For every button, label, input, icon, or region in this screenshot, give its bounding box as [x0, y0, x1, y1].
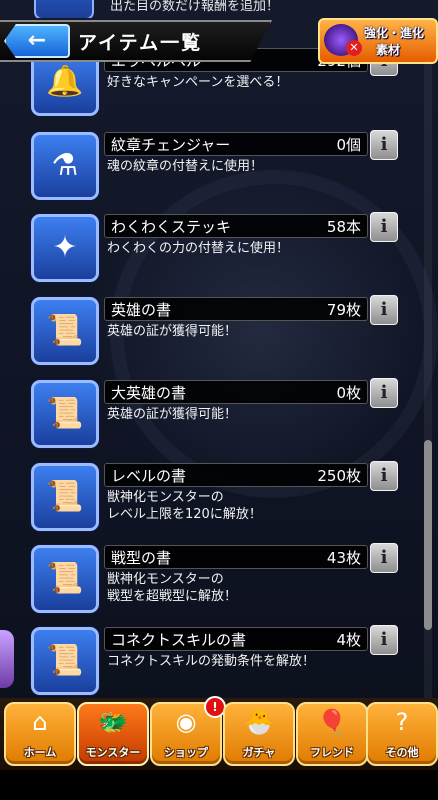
evolution-badge-label: 強化・進化: [364, 26, 425, 40]
item-row: ⚗ 紋章チェンジャー 0個 魂の紋章の付替えに使用！ i: [0, 128, 420, 210]
item-row: ✦ わくわくステッキ 58本 わくわくの力の付替えに使用！ i: [0, 210, 420, 292]
item-count: 58本: [326, 218, 361, 236]
item-description: 好きなキャンペーンを選べる！: [107, 75, 289, 90]
gacha-icon: 🐣: [244, 708, 274, 736]
item-count: 79枚: [326, 301, 361, 319]
item-name: レベルの書: [111, 467, 187, 485]
info-button[interactable]: i: [370, 378, 398, 408]
nav-label: ガチャ: [242, 746, 276, 759]
scroll-icon: 📜: [31, 627, 99, 695]
scroll-icon: 📜: [31, 380, 99, 448]
info-button[interactable]: i: [370, 295, 398, 325]
item-count: 43枚: [326, 549, 361, 567]
item-name-bar: 紋章チェンジャー 0個: [104, 132, 368, 156]
evolution-materials-button[interactable]: ✕ 強化・進化 素材: [318, 18, 438, 64]
item-name-bar: レベルの書 250枚: [104, 463, 368, 487]
shop-icon: ◉: [175, 708, 197, 736]
scrollbar[interactable]: [424, 60, 432, 700]
scrollbar-thumb[interactable]: [424, 440, 432, 630]
item-row: 📜 大英雄の書 0枚 英雄の証が獲得可能！ i: [0, 376, 420, 458]
nav-floor: [0, 770, 438, 800]
item-name: コネクトスキルの書: [111, 631, 247, 649]
nav-label: ホーム: [23, 746, 57, 759]
nav-button-gacha[interactable]: 🐣 ガチャ: [223, 702, 295, 766]
item-name: わくわくステッキ: [111, 218, 232, 236]
item-glyph: 📜: [46, 561, 84, 596]
item-name-bar: 戦型の書 43枚: [104, 545, 368, 569]
scroll-icon: 📜: [31, 297, 99, 365]
item-glyph: 📜: [46, 643, 84, 678]
page-title: アイテム一覧: [78, 32, 203, 54]
item-count: 4枚: [336, 631, 361, 649]
other-icon: ?: [395, 708, 409, 736]
item-glyph: ⚗: [51, 148, 79, 183]
item-name: 紋章チェンジャー: [111, 136, 231, 154]
item-name-bar: 大英雄の書 0枚: [104, 380, 368, 404]
item-count: 0枚: [336, 384, 361, 402]
item-name: 戦型の書: [111, 549, 172, 567]
info-button[interactable]: i: [370, 625, 398, 655]
info-button[interactable]: i: [370, 543, 398, 573]
item-name-bar: 英雄の書 79枚: [104, 297, 368, 321]
back-button[interactable]: ←: [4, 24, 70, 58]
evolution-badge-sublabel: 素材: [376, 43, 401, 57]
info-button[interactable]: i: [370, 212, 398, 242]
close-icon: ✕: [346, 40, 362, 56]
item-name-bar: わくわくステッキ 58本: [104, 214, 368, 238]
item-glyph: 📜: [46, 479, 84, 514]
item-glyph: 📜: [46, 313, 84, 348]
item-description: わくわくの力の付替えに使用！: [107, 241, 290, 256]
nav-button-other[interactable]: ? その他: [366, 702, 438, 766]
nav-button-friend[interactable]: 🎈 フレンド: [296, 702, 368, 766]
item-description: 英雄の証が獲得可能！: [107, 407, 238, 422]
item-name: 大英雄の書: [111, 384, 187, 402]
item-name-bar: コネクトスキルの書 4枚: [104, 627, 368, 651]
scroll-icon: 📜: [31, 463, 99, 531]
item-glyph: ✦: [52, 230, 78, 265]
info-button[interactable]: i: [370, 461, 398, 491]
nav-button-home[interactable]: ⌂ ホーム: [4, 702, 76, 766]
item-glyph: 📜: [46, 396, 84, 431]
home-icon: ⌂: [32, 708, 48, 736]
item-description: コネクトスキルの発動条件を解放！: [107, 654, 316, 669]
item-name: 英雄の書: [111, 301, 172, 319]
item-row: 📜 戦型の書 43枚 獣神化モンスターの 戦型を超戦型に解放！ i: [0, 541, 420, 623]
header: ← アイテム一覧 ✕ 強化・進化 素材: [0, 18, 438, 64]
info-button[interactable]: i: [370, 130, 398, 160]
item-description: 英雄の証が獲得可能！: [107, 324, 238, 339]
back-arrow-icon: ←: [27, 28, 47, 53]
item-row: 📜 コネクトスキルの書 4枚 コネクトスキルの発動条件を解放！ i: [0, 623, 420, 705]
item-description: 獣神化モンスターの 戦型を超戦型に解放！: [107, 572, 238, 604]
emblem-changer-icon: ⚗: [31, 132, 99, 200]
nav-button-monster[interactable]: 🐲 モンスター: [77, 702, 149, 766]
item-row: 📜 英雄の書 79枚 英雄の証が獲得可能！ i: [0, 293, 420, 375]
character-peek: [0, 630, 14, 688]
item-row: 📜 レベルの書 250枚 獣神化モンスターの レベル上限を120に解放！ i: [0, 459, 420, 541]
scroll-icon: 📜: [31, 545, 99, 613]
friend-icon: 🎈: [317, 708, 347, 736]
nav-label: モンスター: [85, 746, 141, 759]
item-description: 獣神化モンスターの レベル上限を120に解放！: [107, 490, 262, 522]
item-glyph: 🔔: [46, 64, 84, 99]
item-count: 0個: [336, 136, 361, 154]
nav-button-shop[interactable]: ◉ ショップ!: [150, 696, 226, 766]
wand-icon: ✦: [31, 214, 99, 282]
item-list: 🔔 エラベルベル 292個 好きなキャンペーンを選べる！ i ⚗ 紋章チェンジャ…: [0, 0, 420, 700]
nav-label: その他: [385, 746, 419, 759]
monster-icon: 🐲: [98, 708, 128, 736]
item-count: 250枚: [317, 467, 361, 485]
nav-label: ショップ: [164, 746, 208, 759]
item-description: 魂の紋章の付替えに使用！: [107, 159, 264, 174]
nav-label: フレンド: [310, 746, 354, 759]
bottom-nav: ⌂ ホーム 🐲 モンスター ◉ ショップ! 🐣 ガチャ 🎈 フレンド? その他: [0, 696, 438, 800]
